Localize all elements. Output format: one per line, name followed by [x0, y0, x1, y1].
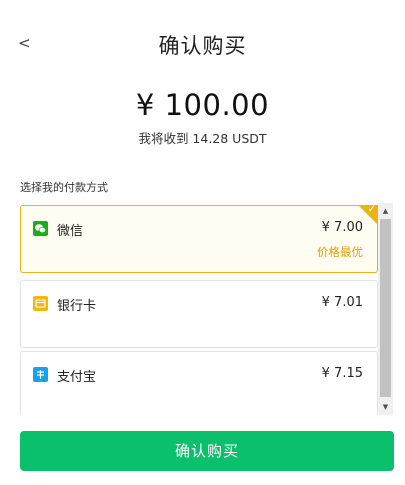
checkmark-icon: ✓	[367, 204, 376, 215]
wechat-icon	[33, 221, 48, 236]
payment-option-price: ¥ 7.01	[321, 295, 363, 310]
payment-option-name: 支付宝	[57, 370, 97, 385]
payment-option-bank-card[interactable]: 银行卡 ¥ 7.01	[20, 280, 378, 348]
page-title: 确认购买	[158, 34, 247, 58]
payment-option-alipay[interactable]: 支付宝 ¥ 7.15	[20, 351, 378, 415]
payment-option-price: ¥ 7.00	[321, 220, 363, 235]
scroll-down-arrow-icon[interactable]: ▼	[378, 399, 393, 415]
receive-amount: 我将收到 14.28 USDT	[138, 131, 267, 146]
payment-option-name: 银行卡	[57, 299, 97, 314]
best-price-badge: 价格最优	[317, 245, 363, 259]
payment-option-name: 微信	[57, 224, 84, 239]
alipay-icon	[33, 367, 48, 382]
list-scrollbar[interactable]: ▲ ▼	[378, 203, 393, 415]
scrollbar-thumb[interactable]	[380, 219, 391, 397]
header: < 确认购买	[0, 0, 405, 90]
scroll-up-arrow-icon[interactable]: ▲	[378, 203, 393, 219]
purchase-amount: ¥ 100.00	[135, 88, 270, 122]
bank-card-icon	[33, 296, 48, 311]
payment-method-list[interactable]: 微信 ¥ 7.00 价格最优 ✓ 银行卡 ¥ 7.01 支付宝 ¥ 7.15	[20, 203, 394, 415]
payment-method-label: 选择我的付款方式	[20, 181, 108, 194]
confirm-purchase-button[interactable]: 确认购买	[20, 431, 394, 471]
payment-option-wechat[interactable]: 微信 ¥ 7.00 价格最优 ✓	[20, 204, 378, 273]
payment-option-price: ¥ 7.15	[321, 366, 363, 381]
